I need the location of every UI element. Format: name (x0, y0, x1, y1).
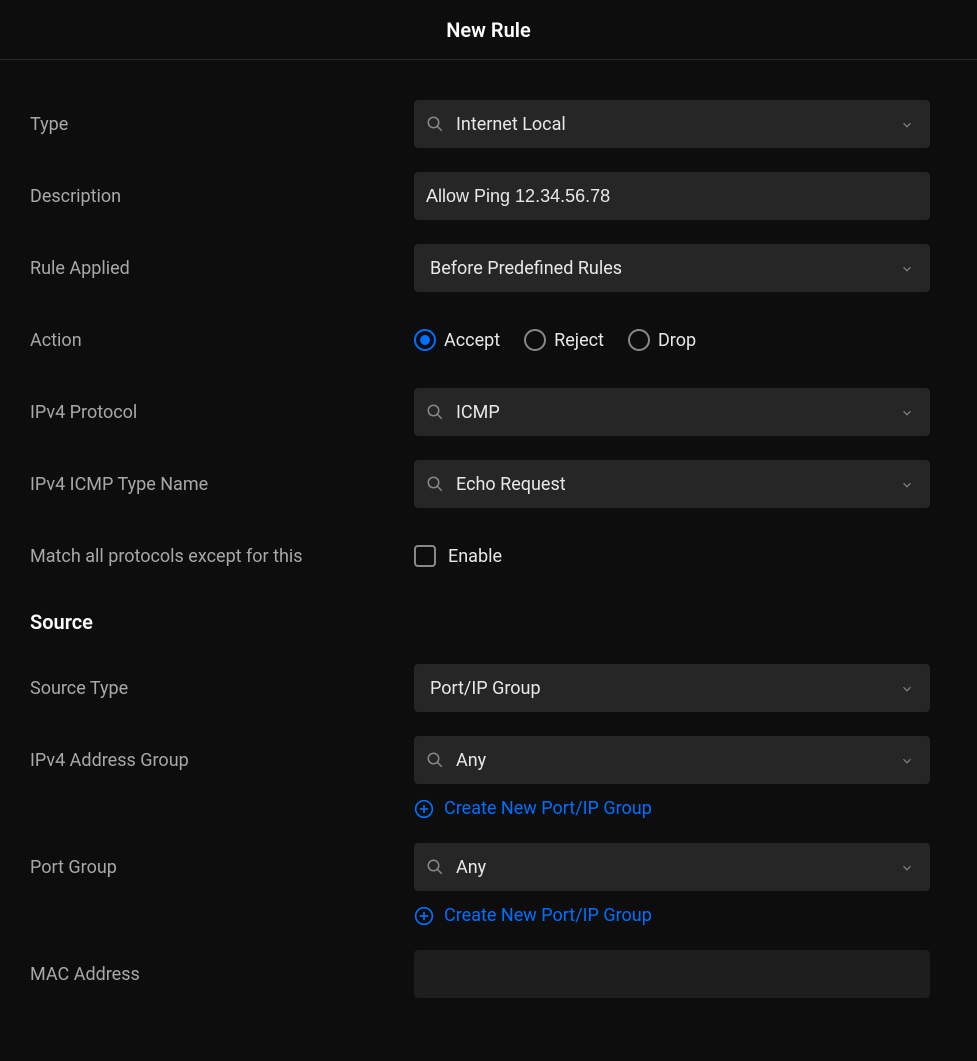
ipv4-protocol-value: ICMP (456, 402, 900, 423)
source-section-title: Source (30, 610, 947, 634)
search-icon (426, 403, 444, 421)
port-group-select[interactable]: Any (414, 843, 930, 891)
source-type-value: Port/IP Group (430, 678, 900, 699)
ipv4-protocol-row: IPv4 Protocol ICMP (30, 388, 947, 436)
description-row: Description (30, 172, 947, 220)
action-reject-radio[interactable]: Reject (524, 329, 604, 351)
ipv4-icmp-type-row: IPv4 ICMP Type Name Echo Request (30, 460, 947, 508)
create-ipv4-address-group-text: Create New Port/IP Group (444, 798, 652, 819)
create-ipv4-address-group-link[interactable]: Create New Port/IP Group (414, 798, 652, 819)
chevron-down-icon (900, 681, 914, 695)
rule-applied-label: Rule Applied (30, 258, 414, 279)
type-select[interactable]: Internet Local (414, 100, 930, 148)
rule-applied-select[interactable]: Before Predefined Rules (414, 244, 930, 292)
ipv4-protocol-label: IPv4 Protocol (30, 402, 414, 423)
match-except-checkbox[interactable]: Enable (414, 545, 930, 567)
action-radio-group: Accept Reject Drop (414, 329, 930, 351)
ipv4-icmp-type-value: Echo Request (456, 474, 900, 495)
action-row: Action Accept Reject Drop (30, 316, 947, 364)
chevron-down-icon (900, 261, 914, 275)
action-drop-radio[interactable]: Drop (628, 329, 696, 351)
description-label: Description (30, 186, 414, 207)
rule-applied-value: Before Predefined Rules (430, 258, 900, 279)
mac-address-label: MAC Address (30, 964, 414, 985)
type-row: Type Internet Local (30, 100, 947, 148)
page-title: New Rule (446, 18, 530, 42)
action-drop-label: Drop (658, 330, 696, 351)
description-input-wrap (414, 172, 930, 220)
ipv4-address-group-label: IPv4 Address Group (30, 750, 414, 771)
action-accept-label: Accept (444, 330, 500, 351)
ipv4-address-group-value: Any (456, 750, 900, 771)
type-label: Type (30, 114, 414, 135)
chevron-down-icon (900, 117, 914, 131)
ipv4-protocol-select[interactable]: ICMP (414, 388, 930, 436)
search-icon (426, 115, 444, 133)
search-icon (426, 751, 444, 769)
create-port-group-link[interactable]: Create New Port/IP Group (414, 905, 652, 926)
action-reject-label: Reject (554, 330, 604, 351)
description-input[interactable] (426, 186, 918, 207)
chevron-down-icon (900, 405, 914, 419)
radio-icon (414, 329, 436, 351)
match-except-checkbox-label: Enable (448, 546, 502, 567)
mac-address-row: MAC Address (30, 950, 947, 998)
action-accept-radio[interactable]: Accept (414, 329, 500, 351)
match-except-row: Match all protocols except for this Enab… (30, 532, 947, 580)
ipv4-icmp-type-label: IPv4 ICMP Type Name (30, 474, 414, 495)
radio-icon (524, 329, 546, 351)
rule-applied-row: Rule Applied Before Predefined Rules (30, 244, 947, 292)
radio-icon (628, 329, 650, 351)
search-icon (426, 858, 444, 876)
port-group-value: Any (456, 857, 900, 878)
ipv4-address-group-block: IPv4 Address Group Any Crea (30, 736, 947, 819)
chevron-down-icon (900, 753, 914, 767)
plus-circle-icon (414, 799, 434, 819)
source-type-row: Source Type Port/IP Group (30, 664, 947, 712)
port-group-block: Port Group Any Create New P (30, 843, 947, 926)
chevron-down-icon (900, 860, 914, 874)
source-type-label: Source Type (30, 678, 414, 699)
search-icon (426, 475, 444, 493)
plus-circle-icon (414, 906, 434, 926)
ipv4-address-group-select[interactable]: Any (414, 736, 930, 784)
form-content: Type Internet Local Description Rule App… (0, 60, 977, 998)
type-value: Internet Local (456, 114, 900, 135)
port-group-label: Port Group (30, 857, 414, 878)
match-except-label: Match all protocols except for this (30, 546, 414, 567)
mac-address-input[interactable] (426, 964, 918, 985)
ipv4-icmp-type-select[interactable]: Echo Request (414, 460, 930, 508)
page-header: New Rule (0, 0, 977, 60)
checkbox-icon (414, 545, 436, 567)
mac-address-input-wrap (414, 950, 930, 998)
action-label: Action (30, 330, 414, 351)
create-port-group-text: Create New Port/IP Group (444, 905, 652, 926)
source-type-select[interactable]: Port/IP Group (414, 664, 930, 712)
chevron-down-icon (900, 477, 914, 491)
